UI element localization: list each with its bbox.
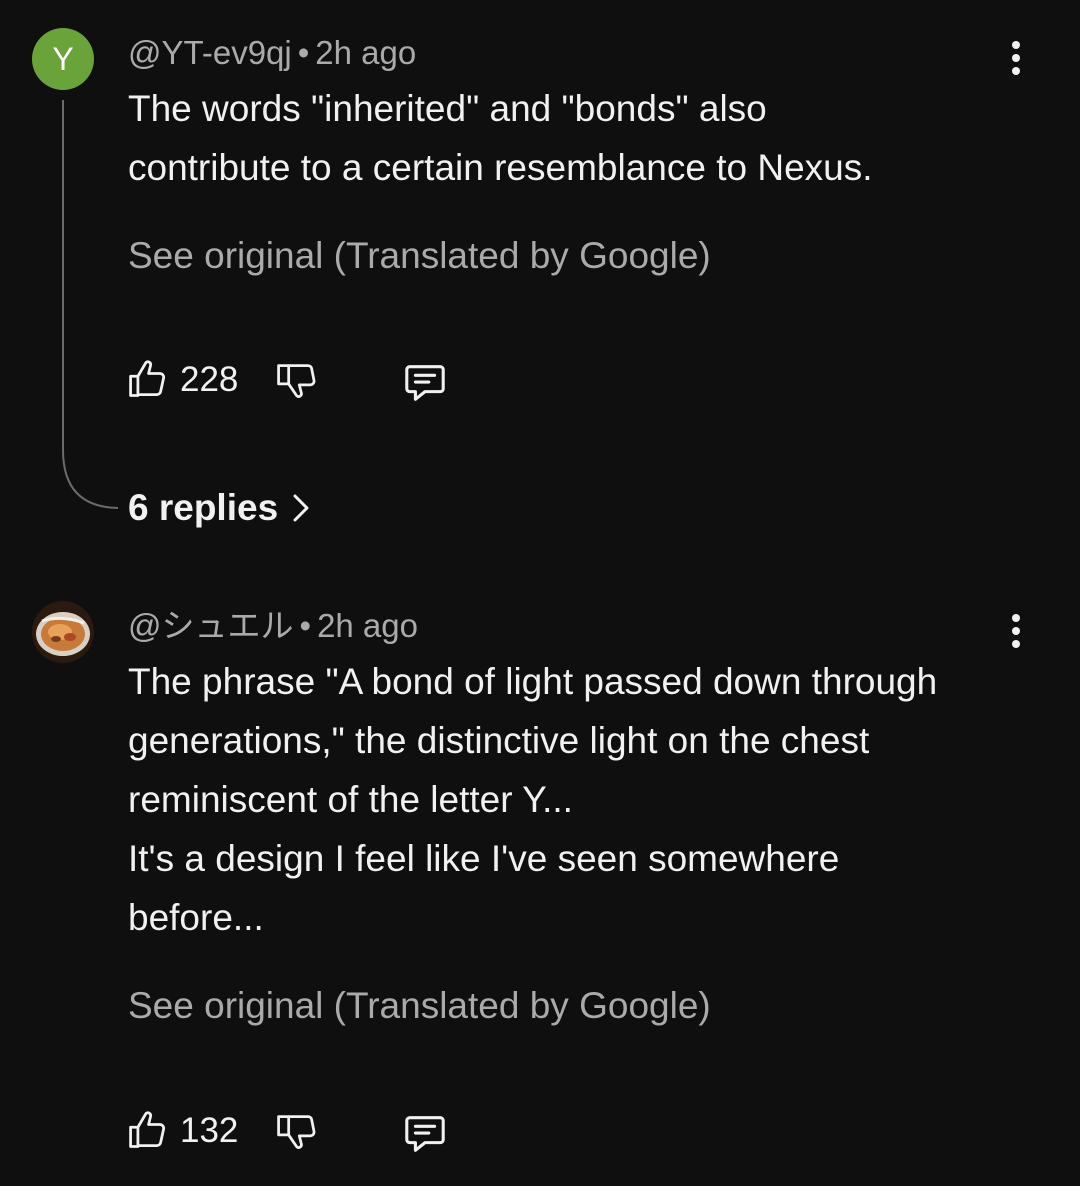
comment-text: The words "inherited" and "bonds" also c… (128, 88, 873, 188)
more-vert-icon[interactable] (1000, 611, 1032, 651)
timestamp: 2h ago (317, 607, 418, 644)
like-count: 228 (180, 360, 239, 399)
avatar[interactable] (32, 601, 94, 663)
chevron-right-icon (293, 494, 309, 522)
meta-separator: • (299, 607, 312, 644)
see-original-link[interactable]: See original (Translated by Google) (128, 234, 711, 278)
thumb-up-icon[interactable] (126, 356, 170, 402)
timestamp: 2h ago (315, 34, 417, 71)
thumb-down-icon[interactable] (274, 1111, 318, 1157)
view-replies-button[interactable]: 6 replies (128, 486, 310, 530)
comment-meta: @YT-ev9qj • 2h ago (128, 33, 416, 73)
comment-icon[interactable] (402, 1111, 448, 1157)
thumb-down-icon[interactable] (274, 360, 318, 406)
meta-separator: • (297, 34, 310, 71)
more-vert-icon[interactable] (1000, 38, 1032, 78)
comment-meta: @シュエル • 2h ago (128, 606, 418, 646)
replies-label: 6 replies (128, 487, 279, 528)
author-handle[interactable]: @YT-ev9qj (128, 34, 292, 71)
thumb-up-icon[interactable] (126, 1107, 170, 1153)
comment-icon[interactable] (402, 360, 448, 406)
food-bowl-photo-icon (32, 601, 94, 663)
author-handle[interactable]: @シュエル (128, 607, 294, 644)
thread-line (62, 100, 118, 509)
comment-text: The phrase "A bond of light passed down … (128, 661, 938, 938)
avatar[interactable]: Y (32, 28, 94, 90)
see-original-link[interactable]: See original (Translated by Google) (128, 984, 711, 1028)
like-count: 132 (180, 1111, 239, 1150)
avatar-letter: Y (52, 40, 74, 77)
